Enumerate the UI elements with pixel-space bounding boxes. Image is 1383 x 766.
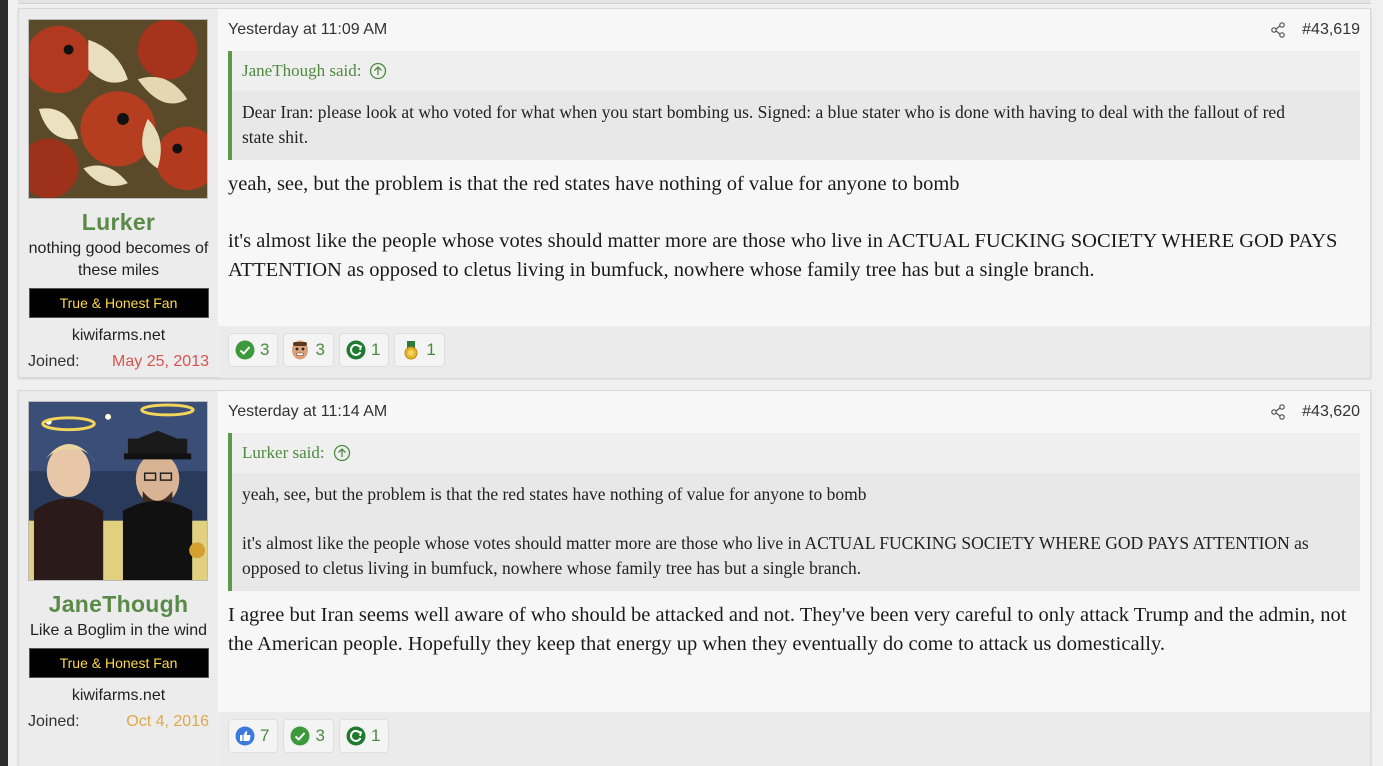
- quote-author[interactable]: Lurker said:: [242, 433, 325, 473]
- post-timestamp[interactable]: Yesterday at 11:14 AM: [228, 403, 387, 421]
- reaction-recycle[interactable]: 1: [338, 719, 390, 753]
- joined-date: May 25, 2013: [112, 353, 209, 370]
- username[interactable]: JaneThough: [28, 591, 209, 618]
- post-paragraph: yeah, see, but the problem is that the r…: [228, 173, 960, 195]
- reaction-count: 3: [260, 340, 270, 359]
- user-site: kiwifarms.net: [71, 687, 166, 704]
- post: Lurker nothing good becomes of these mil…: [18, 8, 1371, 378]
- joined-date: Oct 4, 2016: [126, 713, 209, 730]
- previous-post-edge: [18, 0, 1371, 4]
- post-paragraph: I agree but Iran seems well aware of who…: [228, 604, 1347, 655]
- thumbs-up-icon: [235, 726, 255, 746]
- share-icon[interactable]: [1270, 22, 1286, 38]
- check-icon: [235, 340, 255, 360]
- post-meta: Yesterday at 11:14 AM #43,620: [228, 391, 1360, 433]
- post-meta: Yesterday at 11:09 AM #43,619: [228, 9, 1360, 51]
- recycle-icon: [346, 726, 366, 746]
- reaction-face[interactable]: 3: [283, 333, 334, 367]
- quote-author[interactable]: JaneThough said:: [242, 51, 361, 91]
- check-icon: [290, 726, 310, 746]
- post-paragraph: it's almost like the people whose votes …: [228, 230, 1338, 281]
- joined-row: Joined: Oct 4, 2016: [28, 713, 209, 731]
- reaction-count: 1: [370, 340, 381, 359]
- username[interactable]: Lurker: [28, 209, 209, 236]
- reaction-medal[interactable]: 1: [394, 333, 445, 367]
- medal-icon: [404, 341, 418, 360]
- joined-label: Joined:: [28, 713, 80, 730]
- quote-body: yeah, see, but the problem is that the r…: [232, 473, 1360, 591]
- avatar[interactable]: [28, 401, 208, 581]
- reaction-check[interactable]: 3: [283, 719, 334, 753]
- quote-header[interactable]: JaneThough said:: [232, 51, 1360, 91]
- reactions-bar: 3 3 1 1: [218, 326, 1370, 378]
- quote-paragraph: yeah, see, but the problem is that the r…: [242, 484, 867, 504]
- share-icon[interactable]: [1270, 404, 1286, 420]
- user-banner: True & Honest Fan: [28, 648, 209, 678]
- joined-label: Joined:: [28, 353, 80, 370]
- user-cell: Lurker nothing good becomes of these mil…: [19, 9, 218, 377]
- quote-paragraph: Dear Iran: please look at who voted for …: [242, 102, 1285, 147]
- post-main: Yesterday at 11:14 AM #43,620 Lurker sai…: [218, 391, 1370, 766]
- quote-body: Dear Iran: please look at who voted for …: [232, 91, 1360, 160]
- reaction-count: 1: [426, 340, 436, 359]
- user-banner: True & Honest Fan: [28, 288, 209, 318]
- reactions-bar: 7 3 1: [218, 712, 1370, 766]
- user-title: nothing good becomes of these miles: [28, 240, 209, 279]
- avatar[interactable]: [28, 19, 208, 199]
- reaction-count: 7: [260, 726, 270, 745]
- reaction-count: 3: [315, 340, 325, 359]
- quote-header[interactable]: Lurker said:: [232, 433, 1360, 473]
- joined-row: Joined: May 25, 2013: [28, 353, 209, 371]
- arrow-up-circle-icon[interactable]: [369, 62, 387, 80]
- quote-block: JaneThough said: Dear Iran: please look …: [228, 51, 1360, 160]
- arrow-up-circle-icon[interactable]: [333, 444, 351, 462]
- post-main: Yesterday at 11:09 AM #43,619 JaneThough…: [218, 9, 1370, 378]
- reaction-check[interactable]: 3: [228, 333, 279, 367]
- user-cell: JaneThough Like a Boglim in the wind Tru…: [19, 391, 218, 766]
- reaction-count: 1: [370, 726, 381, 745]
- post-number[interactable]: #43,620: [1302, 403, 1360, 421]
- reaction-thumbs-up[interactable]: 7: [228, 719, 279, 753]
- reaction-count: 3: [315, 726, 325, 745]
- post-timestamp[interactable]: Yesterday at 11:09 AM: [228, 21, 387, 39]
- user-site: kiwifarms.net: [71, 327, 166, 344]
- quote-block: Lurker said: yeah, see, but the problem …: [228, 433, 1360, 591]
- post-body: yeah, see, but the problem is that the r…: [228, 170, 1360, 285]
- reaction-recycle[interactable]: 1: [338, 333, 390, 367]
- recycle-icon: [346, 340, 366, 360]
- quote-paragraph: it's almost like the people whose votes …: [242, 533, 1309, 578]
- post: JaneThough Like a Boglim in the wind Tru…: [18, 390, 1371, 766]
- face-icon: [292, 340, 309, 360]
- post-body: I agree but Iran seems well aware of who…: [228, 601, 1360, 659]
- user-title: Like a Boglim in the wind: [30, 622, 207, 639]
- post-number[interactable]: #43,619: [1302, 21, 1360, 39]
